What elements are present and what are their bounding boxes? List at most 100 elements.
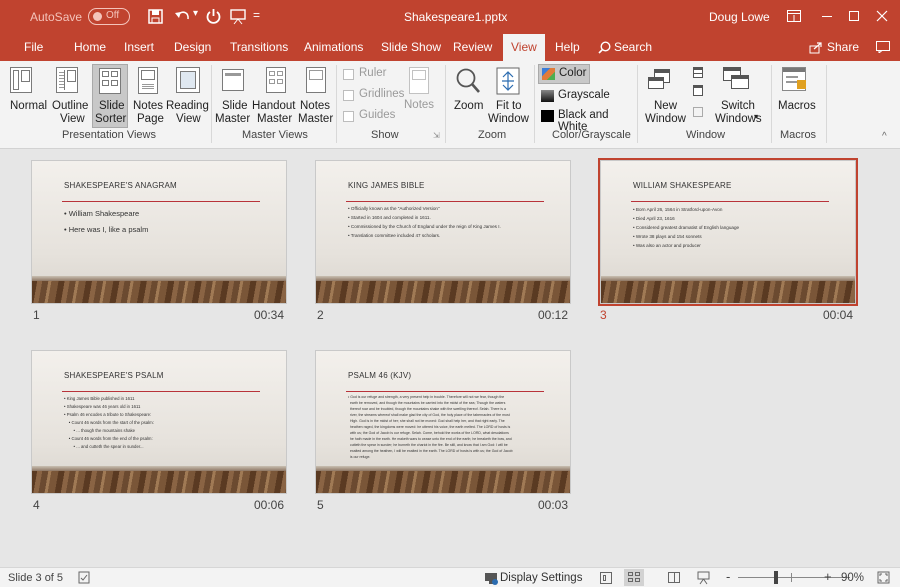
undo-icon[interactable] <box>174 9 192 24</box>
fit-slide-to-window-icon[interactable] <box>877 571 890 584</box>
guides-checkbox[interactable] <box>343 111 354 122</box>
save-icon[interactable] <box>148 9 163 24</box>
slide-show-status-icon[interactable] <box>697 571 710 585</box>
gridlines-checkbox[interactable] <box>343 90 354 101</box>
slide-duration: 00:03 <box>538 498 569 512</box>
slide-bullet: • Count 46 words from the start of the p… <box>64 420 154 425</box>
switch-windows-label: Switch <box>721 100 755 112</box>
macros-icon[interactable] <box>782 67 806 91</box>
slide-bullet: • Considered greatest dramatist of Engli… <box>633 225 740 230</box>
tab-help[interactable]: Help <box>555 40 580 54</box>
zoom-slider-track[interactable] <box>738 577 850 578</box>
title-divider <box>631 201 829 202</box>
slide-bullet: • ... and cutteth the spear in sunder... <box>64 444 144 449</box>
ribbon-display-options-icon[interactable] <box>787 10 801 22</box>
title-divider <box>62 391 260 392</box>
group-label-show: Show <box>371 129 399 141</box>
slide-sorter-status-button[interactable] <box>624 569 644 586</box>
tab-insert[interactable]: Insert <box>124 40 154 54</box>
user-name[interactable]: Doug Lowe <box>709 10 770 24</box>
tab-file[interactable]: File <box>24 40 43 54</box>
zoom-slider-center-mark <box>791 573 792 582</box>
autosave-toggle[interactable]: Off <box>88 8 130 25</box>
slide-thumbnail-3[interactable]: WILLIAM SHAKESPEARE • Born April 26, 156… <box>601 161 855 303</box>
slide-bullet: • Here was I, like a psalm <box>64 225 149 234</box>
slide-bullet: exalted among the heathen, I will be exa… <box>348 449 513 453</box>
grayscale-button[interactable]: Grayscale <box>558 89 610 101</box>
zoom-slider-thumb[interactable] <box>774 571 778 584</box>
normal-view-button[interactable] <box>8 63 40 125</box>
group-presentation-views: Normal Outline View Slide Sorter Notes P… <box>0 61 210 149</box>
display-settings-button[interactable]: Display Settings <box>500 572 582 584</box>
reading-view-status-icon[interactable] <box>668 572 680 583</box>
title-divider <box>346 391 544 392</box>
handout-master-label-2: Master <box>257 113 293 125</box>
slide-bullet: thereof roar and be troubled, though the… <box>348 407 506 411</box>
show-dialog-launcher-icon[interactable]: ⇲ <box>433 131 440 140</box>
zoom-in-button[interactable]: + <box>824 569 832 584</box>
slide-thumbnail-5[interactable]: PSALM 46 (KJV) • God is our refuge and s… <box>316 351 570 493</box>
tab-view[interactable]: View <box>503 34 545 61</box>
ruler-checkbox[interactable] <box>343 69 354 80</box>
slide-bullet: heathen raged, the kingdoms were moved: … <box>348 425 511 429</box>
share-icon[interactable] <box>809 41 823 54</box>
comments-icon[interactable] <box>876 41 890 53</box>
slide-bullet: • ... though the mountains shake <box>64 428 136 433</box>
maximize-icon[interactable] <box>849 11 859 21</box>
slide-thumbnail-4[interactable]: SHAKESPEARE'S PSALM • King James Bible p… <box>32 351 286 493</box>
color-button[interactable]: Color <box>538 64 590 84</box>
reading-view-label: Reading <box>166 100 209 112</box>
slide-number: 3 <box>600 308 607 322</box>
group-macros: Macros Macros <box>772 61 826 149</box>
slide-sorter-pane: SHAKESPEARE'S ANAGRAM • William Shakespe… <box>0 149 900 567</box>
title-divider <box>62 201 260 202</box>
wood-floor-decoration <box>316 466 570 493</box>
notes-pane-button[interactable]: Notes <box>404 99 434 111</box>
cascade-icon[interactable] <box>693 85 703 96</box>
minimize-icon[interactable] <box>822 16 832 17</box>
zoom-icon[interactable] <box>455 67 481 95</box>
tab-transitions[interactable]: Transitions <box>230 40 288 54</box>
tab-animations[interactable]: Animations <box>304 40 363 54</box>
collapse-ribbon-icon[interactable]: ^ <box>882 131 887 142</box>
slide-sorter-label: Slide <box>99 100 125 112</box>
outline-view-label-2: View <box>60 113 85 125</box>
zoom-out-button[interactable]: - <box>726 569 730 584</box>
arrange-all-icon[interactable] <box>693 67 703 78</box>
search-icon[interactable] <box>598 41 611 54</box>
slide-title: SHAKESPEARE'S PSALM <box>64 371 164 380</box>
notes-master-label-2: Master <box>298 113 334 125</box>
move-split-icon[interactable] <box>693 107 703 117</box>
customize-qat-icon[interactable]: = <box>253 8 260 22</box>
tab-design[interactable]: Design <box>174 40 211 54</box>
search-box[interactable]: Search <box>614 40 652 54</box>
group-window: New Window Switch Windows ▾ Window <box>638 61 764 149</box>
slide-bullet: river, the streams whereof shall make gl… <box>348 413 510 417</box>
display-settings-icon <box>485 573 498 585</box>
zoom-percentage[interactable]: 90% <box>841 572 864 584</box>
spelling-check-icon[interactable] <box>78 571 91 584</box>
slide-number: 1 <box>33 308 40 322</box>
close-icon[interactable] <box>876 10 888 22</box>
tab-review[interactable]: Review <box>453 40 492 54</box>
normal-view-label: Normal <box>10 100 48 112</box>
slide-title: SHAKESPEARE'S ANAGRAM <box>64 181 177 190</box>
switch-windows-icon-front <box>731 75 749 89</box>
tab-home[interactable]: Home <box>74 40 106 54</box>
slide-duration: 00:06 <box>254 498 285 512</box>
normal-view-status-icon[interactable] <box>600 572 612 584</box>
slide-title: KING JAMES BIBLE <box>348 181 425 190</box>
fit-to-window-icon[interactable] <box>496 67 520 95</box>
share-button[interactable]: Share <box>827 40 859 54</box>
slide-bullet: • Psalm 46 encodes a tribute to Shakespe… <box>64 412 152 417</box>
title-bar: AutoSave Off ▾ = Shakespeare1.pptx Doug … <box>0 0 900 34</box>
wood-floor-decoration <box>32 466 286 493</box>
tab-slide-show[interactable]: Slide Show <box>381 40 441 54</box>
slide-thumbnail-2[interactable]: KING JAMES BIBLE • Officially known as t… <box>316 161 570 303</box>
present-from-start-icon[interactable] <box>230 8 246 25</box>
undo-dropdown-icon[interactable]: ▾ <box>193 8 198 19</box>
slide-thumbnail-1[interactable]: SHAKESPEARE'S ANAGRAM • William Shakespe… <box>32 161 286 303</box>
slide-bullet: • Wrote 38 plays and 154 sonnets <box>633 234 702 239</box>
restart-icon[interactable] <box>206 8 221 24</box>
black-and-white-icon <box>541 110 554 122</box>
